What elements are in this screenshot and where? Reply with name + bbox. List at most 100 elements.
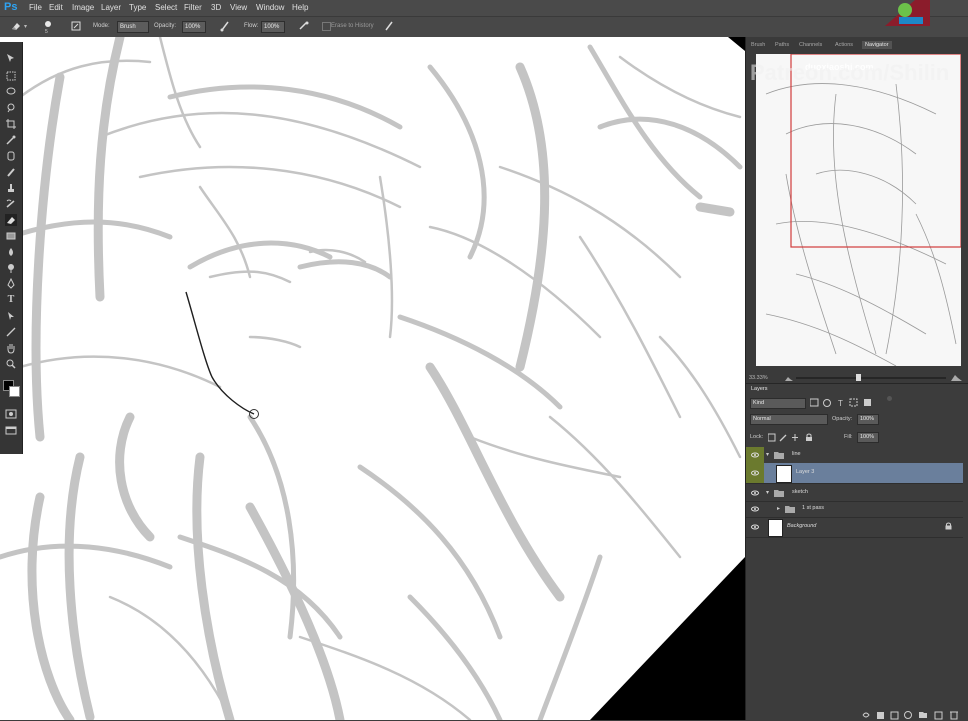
layer-background[interactable]: Background <box>746 517 963 538</box>
history-brush-tool-icon[interactable] <box>5 198 17 210</box>
layer-filter-icons[interactable]: T <box>810 398 890 408</box>
layer-group-1st-pass[interactable]: ▸ 1 st pass <box>746 501 963 518</box>
lock-label: Lock: <box>750 434 764 440</box>
eyedropper-tool-icon[interactable] <box>5 134 17 146</box>
eraser-tool-icon[interactable] <box>10 20 22 32</box>
eye-icon[interactable] <box>751 451 759 459</box>
eraser-tool-icon[interactable] <box>5 214 17 226</box>
quick-selection-tool-icon[interactable] <box>5 102 17 114</box>
layer-name: Layer 3 <box>796 469 815 475</box>
layer-group-line[interactable]: ▾ line <box>746 447 963 464</box>
zoom-slider-thumb[interactable] <box>856 374 861 381</box>
zoom-tool-icon[interactable] <box>5 358 17 370</box>
menu-window[interactable]: Window <box>256 3 284 12</box>
quick-mask-icon[interactable] <box>5 408 17 420</box>
menu-view[interactable]: View <box>230 3 247 12</box>
opacity-input[interactable]: 100% <box>182 21 206 33</box>
background-color-swatch[interactable] <box>9 386 20 397</box>
tab-channels[interactable]: Channels <box>799 42 822 48</box>
zoom-in-mountain-icon[interactable] <box>951 373 962 381</box>
layer-filter-select[interactable]: Kind <box>750 398 806 409</box>
filter-toggle-icon[interactable] <box>887 396 892 401</box>
menu-edit[interactable]: Edit <box>49 3 63 12</box>
lock-options-icons[interactable] <box>768 433 818 442</box>
opacity-label: Opacity: <box>154 23 177 29</box>
layer-name: 1 st pass <box>802 505 825 511</box>
menu-filter[interactable]: Filter <box>184 3 202 12</box>
hand-tool-icon[interactable] <box>5 342 17 354</box>
layers-panel: Layers Kind T Normal Opacity: 100% Lock:… <box>746 383 968 721</box>
eye-icon[interactable] <box>751 469 759 477</box>
eye-icon[interactable] <box>751 505 759 513</box>
layer-name: line <box>792 451 801 457</box>
document-canvas[interactable] <box>0 37 745 720</box>
folder-icon <box>774 490 784 497</box>
dodge-tool-icon[interactable] <box>5 262 17 274</box>
tool-preset-arrow-icon[interactable]: ▾ <box>24 23 27 30</box>
tab-brush[interactable]: Brush <box>751 42 765 48</box>
brush-size-value: 5 <box>45 29 48 35</box>
folder-icon <box>785 506 795 513</box>
gradient-tool-icon[interactable] <box>5 230 17 242</box>
menu-bar: Ps File Edit Image Layer Type Select Fil… <box>0 0 968 16</box>
eye-icon[interactable] <box>751 489 759 497</box>
airbrush-icon[interactable] <box>298 20 310 32</box>
layer-opacity-label: Opacity: <box>832 416 853 422</box>
layer-name: sketch <box>792 489 808 495</box>
screen-mode-icon[interactable] <box>5 424 17 436</box>
brush-preset-icon[interactable] <box>42 19 54 31</box>
menu-3d[interactable]: 3D <box>211 3 221 12</box>
lasso-tool-icon[interactable] <box>5 86 17 98</box>
layer-name: Background <box>787 523 817 529</box>
brush-panel-toggle-icon[interactable] <box>70 20 82 32</box>
pressure-opacity-icon[interactable] <box>219 20 231 32</box>
navigator-thumbnail <box>765 54 961 366</box>
mode-select[interactable]: Brush <box>117 21 149 33</box>
line-tool-icon[interactable] <box>5 326 17 338</box>
pen-tool-icon[interactable] <box>5 278 17 290</box>
svg-text:T: T <box>838 399 843 408</box>
layer-group-sketch[interactable]: ▾ sketch <box>746 485 963 502</box>
blend-mode-select[interactable]: Normal <box>750 414 828 425</box>
fill-label: Fill: <box>844 434 853 440</box>
pressure-size-icon[interactable] <box>383 20 395 32</box>
expand-arrow-icon[interactable]: ▾ <box>766 451 769 458</box>
eye-icon[interactable] <box>751 523 759 531</box>
layer-opacity-input[interactable]: 100% <box>857 414 879 425</box>
layer-layer-3[interactable]: Layer 3 <box>746 463 963 484</box>
layers-panel-title[interactable]: Layers <box>751 386 768 392</box>
crop-tool-icon[interactable] <box>5 118 17 130</box>
type-tool-icon[interactable]: T <box>5 294 17 306</box>
path-selection-tool-icon[interactable] <box>5 310 17 322</box>
zoom-slider-track[interactable] <box>796 377 946 379</box>
layer-thumbnail <box>768 519 783 537</box>
erase-history-label: Erase to History <box>331 23 374 29</box>
marquee-tool-icon[interactable] <box>5 70 17 82</box>
right-panel-dock: Brush Paths Channels Actions Navigator 3… <box>745 37 968 721</box>
menu-image[interactable]: Image <box>72 3 94 12</box>
site-logo-icon <box>885 0 930 26</box>
erase-history-checkbox[interactable] <box>322 22 331 31</box>
blur-tool-icon[interactable] <box>5 246 17 258</box>
menu-select[interactable]: Select <box>155 3 177 12</box>
flow-input[interactable]: 100% <box>261 21 285 33</box>
expand-arrow-icon[interactable]: ▾ <box>766 489 769 496</box>
move-tool-icon[interactable] <box>5 52 17 64</box>
zoom-out-mountain-icon[interactable] <box>785 375 793 381</box>
lock-icon <box>945 522 952 530</box>
tab-navigator[interactable]: Navigator <box>862 41 892 49</box>
menu-layer[interactable]: Layer <box>101 3 121 12</box>
clone-stamp-tool-icon[interactable] <box>5 182 17 194</box>
navigator-zoom-value[interactable]: 33.33% <box>749 375 768 381</box>
navigator-preview[interactable] <box>756 54 961 366</box>
collapse-arrow-icon[interactable]: ▸ <box>777 505 780 512</box>
brush-tool-icon[interactable] <box>5 166 17 178</box>
fill-input[interactable]: 100% <box>857 432 879 443</box>
layers-bottom-toolbar[interactable] <box>861 710 961 720</box>
tab-paths[interactable]: Paths <box>775 42 789 48</box>
tab-actions[interactable]: Actions <box>835 42 853 48</box>
menu-help[interactable]: Help <box>292 3 308 12</box>
menu-type[interactable]: Type <box>129 3 146 12</box>
healing-brush-tool-icon[interactable] <box>5 150 17 162</box>
menu-file[interactable]: File <box>29 3 42 12</box>
